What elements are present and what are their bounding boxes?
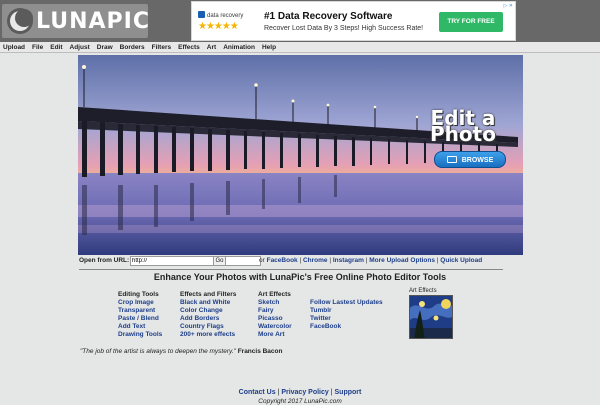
editing-tools-column: Editing Tools Crop Image Transparent Pas… bbox=[118, 291, 162, 339]
browse-label: BROWSE bbox=[461, 157, 494, 164]
menu-help[interactable]: Help bbox=[262, 44, 276, 51]
open-url-label: Open from URL: bbox=[79, 257, 130, 264]
twitter-link[interactable]: Twitter bbox=[310, 315, 383, 323]
folder-icon bbox=[446, 156, 457, 163]
starry-night-thumbnail[interactable] bbox=[409, 295, 453, 339]
effects-filters-column: Effects and Filters Black and White Colo… bbox=[180, 291, 236, 339]
ad-banner[interactable]: data recovery ★★★★★ #1 Data Recovery Sof… bbox=[191, 1, 516, 41]
menu-adjust[interactable]: Adjust bbox=[70, 44, 90, 51]
copyright: Copyright 2017 LunaPic.com bbox=[258, 398, 342, 405]
picasso-link[interactable]: Picasso bbox=[258, 315, 292, 323]
more-upload-options-link[interactable]: More Upload Options bbox=[369, 257, 435, 264]
divider bbox=[79, 269, 503, 270]
menu-bar: Upload File Edit Adjust Draw Borders Fil… bbox=[0, 42, 600, 53]
menu-upload[interactable]: Upload bbox=[3, 44, 25, 51]
open-url-row: Open from URL: or FaceBook | Chrome | In… bbox=[79, 256, 524, 268]
moon-logo-icon bbox=[7, 8, 33, 34]
contact-us-link[interactable]: Contact Us bbox=[239, 389, 276, 396]
sketch-link[interactable]: Sketch bbox=[258, 299, 292, 307]
facebook-link[interactable]: FaceBook bbox=[310, 323, 383, 331]
brand-square-icon bbox=[198, 11, 205, 18]
browse-button[interactable]: BROWSE bbox=[434, 151, 506, 168]
menu-filters[interactable]: Filters bbox=[152, 44, 172, 51]
drawing-tools-link[interactable]: Drawing Tools bbox=[118, 331, 162, 339]
ad-brand: data recovery bbox=[198, 11, 243, 19]
ad-subline: Recover Lost Data By 3 Steps! High Succe… bbox=[264, 25, 424, 32]
art-effects-thumb-label: Art Effects bbox=[409, 288, 437, 294]
crop-image-link[interactable]: Crop Image bbox=[118, 299, 162, 307]
upload-instagram-link[interactable]: Instagram bbox=[333, 257, 364, 264]
hero-title: Edit a Photo bbox=[430, 108, 496, 146]
quote-text: "The job of the artist is always to deep… bbox=[80, 348, 236, 355]
logo-text: LUNAPIC bbox=[36, 9, 150, 34]
tumblr-link[interactable]: Tumblr bbox=[310, 307, 383, 315]
more-effects-link[interactable]: 200+ more effects bbox=[180, 331, 236, 339]
header-bar: LUNAPIC data recovery ★★★★★ #1 Data Reco… bbox=[0, 0, 600, 42]
watercolor-link[interactable]: Watercolor bbox=[258, 323, 292, 331]
quick-upload-link[interactable]: Quick Upload bbox=[440, 257, 482, 264]
transparent-link[interactable]: Transparent bbox=[118, 307, 162, 315]
black-and-white-link[interactable]: Black and White bbox=[180, 299, 236, 307]
effects-filters-heading: Effects and Filters bbox=[180, 291, 237, 298]
starry-night-image bbox=[410, 296, 452, 338]
try-for-free-button[interactable]: TRY FOR FREE bbox=[439, 12, 503, 32]
paste-blend-link[interactable]: Paste / Blend bbox=[118, 315, 162, 323]
hero-title-line2: Photo bbox=[430, 122, 496, 146]
follow-updates-link[interactable]: Follow Lastest Updates bbox=[310, 299, 383, 307]
rating-stars: ★★★★★ bbox=[198, 21, 239, 32]
support-link[interactable]: Support bbox=[335, 389, 362, 396]
editing-tools-heading: Editing Tools bbox=[118, 291, 159, 298]
add-borders-link[interactable]: Add Borders bbox=[180, 315, 236, 323]
lunapic-logo[interactable]: LUNAPIC bbox=[2, 4, 150, 38]
menu-edit[interactable]: Edit bbox=[50, 44, 62, 51]
footer-links: Contact Us | Privacy Policy | Support bbox=[0, 389, 600, 396]
quote-author: Francis Bacon bbox=[237, 348, 283, 355]
color-change-link[interactable]: Color Change bbox=[180, 307, 236, 315]
menu-art[interactable]: Art bbox=[207, 44, 216, 51]
hero-banner: Edit a Photo BROWSE bbox=[78, 55, 523, 255]
add-text-link[interactable]: Add Text bbox=[118, 323, 162, 331]
or-text: or bbox=[259, 257, 265, 264]
fairy-link[interactable]: Fairy bbox=[258, 307, 292, 315]
menu-draw[interactable]: Draw bbox=[97, 44, 113, 51]
menu-animation[interactable]: Animation bbox=[223, 44, 255, 51]
upload-links: or FaceBook | Chrome | Instagram | More … bbox=[259, 257, 482, 264]
quote: "The job of the artist is always to deep… bbox=[80, 348, 282, 355]
ad-headline: #1 Data Recovery Software bbox=[264, 11, 393, 22]
country-flags-link[interactable]: Country Flags bbox=[180, 323, 236, 331]
url-input[interactable] bbox=[130, 256, 261, 266]
upload-facebook-link[interactable]: FaceBook bbox=[267, 257, 298, 264]
go-button[interactable]: Go bbox=[213, 256, 226, 266]
privacy-policy-link[interactable]: Privacy Policy bbox=[281, 389, 328, 396]
tagline: Enhance Your Photos with LunaPic's Free … bbox=[153, 272, 447, 282]
more-art-link[interactable]: More Art bbox=[258, 331, 292, 339]
upload-chrome-link[interactable]: Chrome bbox=[303, 257, 328, 264]
ad-brand-label: data recovery bbox=[207, 13, 244, 19]
ad-choices-icon[interactable]: ▷ ✕ bbox=[504, 3, 513, 9]
art-effects-heading: Art Effects bbox=[258, 291, 291, 298]
art-effects-column: Art Effects Sketch Fairy Picasso Waterco… bbox=[258, 291, 292, 339]
social-column: Follow Lastest Updates Tumblr Twitter Fa… bbox=[310, 291, 383, 331]
menu-file[interactable]: File bbox=[32, 44, 43, 51]
menu-borders[interactable]: Borders bbox=[120, 44, 145, 51]
menu-effects[interactable]: Effects bbox=[178, 44, 200, 51]
